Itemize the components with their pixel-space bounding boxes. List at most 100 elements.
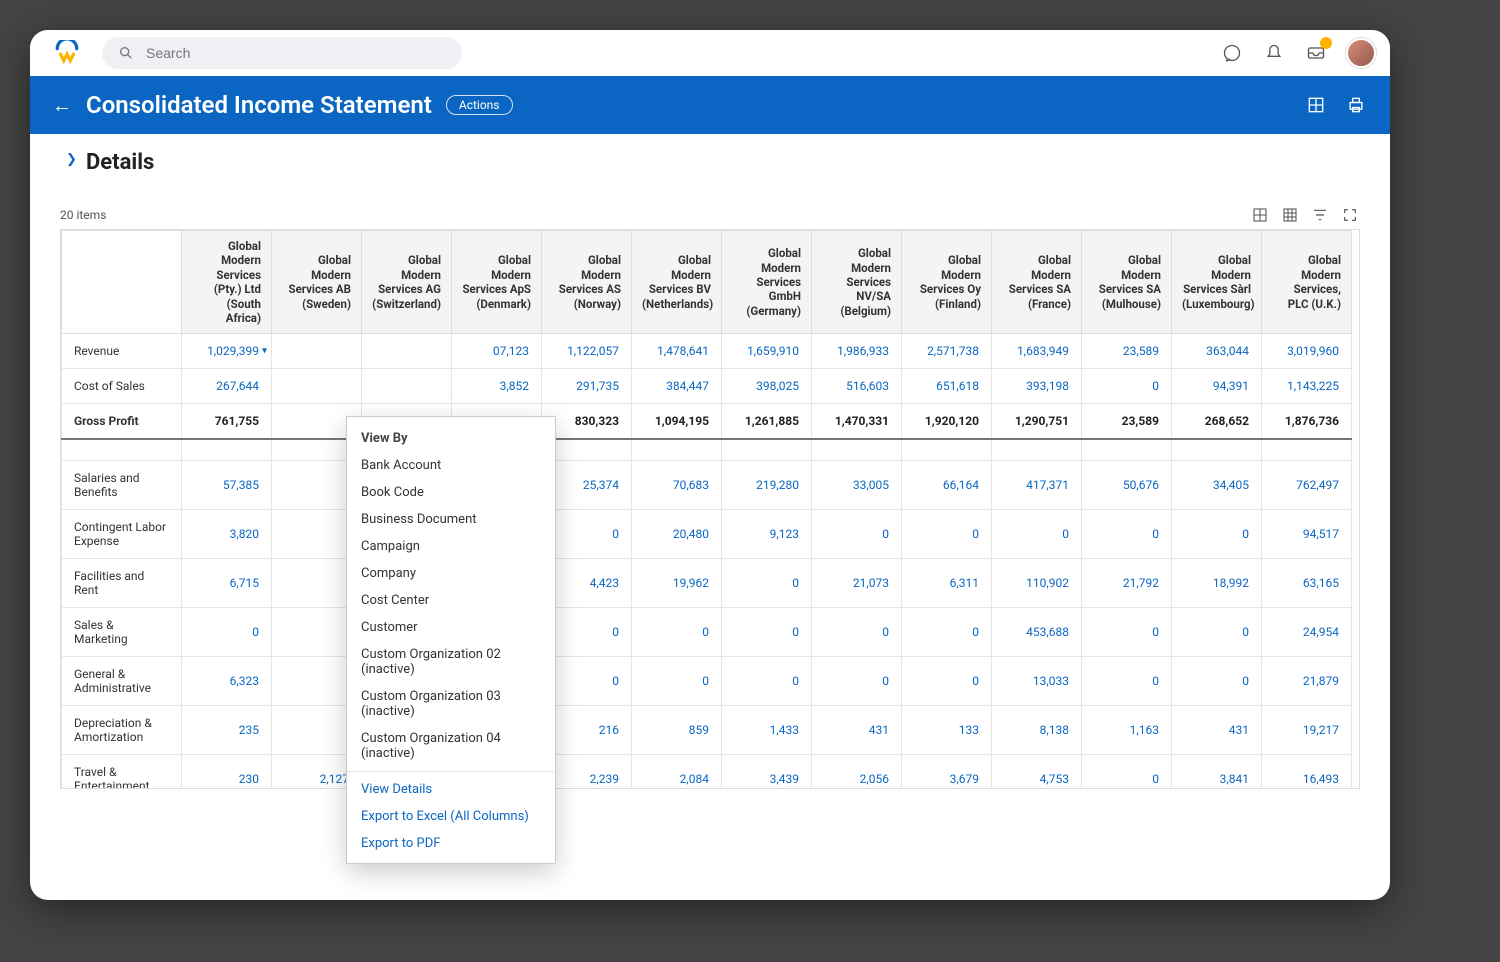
data-cell[interactable]: 20,480 (632, 510, 722, 559)
data-cell[interactable]: 431 (1172, 706, 1262, 755)
back-arrow-icon[interactable]: ← (52, 93, 72, 118)
column-header[interactable]: Global Modern Services SA (Mulhouse) (1082, 231, 1172, 334)
inbox-icon[interactable] (1302, 39, 1330, 67)
data-cell[interactable]: 0 (182, 608, 272, 657)
data-cell[interactable]: 0 (1082, 657, 1172, 706)
data-cell[interactable]: 1,920,120 (902, 404, 992, 440)
data-cell[interactable]: 3,439 (722, 755, 812, 789)
data-cell[interactable]: 110,902 (992, 559, 1082, 608)
context-menu-item[interactable]: Cost Center (347, 587, 555, 614)
data-cell[interactable]: 1,143,225 (1262, 369, 1352, 404)
context-menu-action[interactable]: Export to Excel (All Columns) (347, 803, 555, 830)
export-icon[interactable] (1304, 93, 1328, 117)
data-cell[interactable]: 384,447 (632, 369, 722, 404)
data-cell[interactable]: 21,073 (812, 559, 902, 608)
data-cell[interactable]: 0 (902, 657, 992, 706)
data-cell[interactable]: 23,589 (1082, 404, 1172, 440)
table-scroll[interactable]: Global Modern Services (Pty.) Ltd (South… (60, 229, 1360, 789)
data-cell[interactable]: 63,165 (1262, 559, 1352, 608)
data-cell[interactable]: 3,019,960 (1262, 334, 1352, 369)
data-cell[interactable]: 1,122,057 (542, 334, 632, 369)
data-cell[interactable]: 0 (1172, 657, 1262, 706)
data-cell[interactable] (812, 439, 902, 461)
search-input[interactable] (144, 44, 446, 62)
data-cell[interactable] (992, 439, 1082, 461)
data-cell[interactable]: 230 (182, 755, 272, 789)
data-cell[interactable]: 0 (1082, 608, 1172, 657)
actions-button[interactable]: Actions (446, 95, 513, 115)
data-cell[interactable]: 1,290,751 (992, 404, 1082, 440)
column-header[interactable]: Global Modern Services NV/SA (Belgium) (812, 231, 902, 334)
data-cell[interactable]: 2,084 (632, 755, 722, 789)
data-cell[interactable]: 0 (902, 608, 992, 657)
data-cell[interactable]: 762,497 (1262, 461, 1352, 510)
context-menu-item[interactable]: Bank Account (347, 452, 555, 479)
data-cell[interactable] (362, 369, 452, 404)
data-cell[interactable]: 19,962 (632, 559, 722, 608)
data-cell[interactable]: 398,025 (722, 369, 812, 404)
data-cell[interactable]: 66,164 (902, 461, 992, 510)
search-box[interactable] (102, 37, 462, 69)
data-cell[interactable] (1082, 439, 1172, 461)
export-spreadsheet-icon[interactable] (1250, 205, 1270, 225)
data-cell[interactable]: 94,391 (1172, 369, 1262, 404)
data-cell[interactable]: 23,589 (1082, 334, 1172, 369)
data-cell[interactable]: 268,652 (1172, 404, 1262, 440)
context-menu-action[interactable]: Export to PDF (347, 830, 555, 857)
data-cell[interactable]: 24,954 (1262, 608, 1352, 657)
data-cell[interactable]: 57,385 (182, 461, 272, 510)
data-cell[interactable]: 6,311 (902, 559, 992, 608)
collapse-caret-icon[interactable]: ❯ (66, 152, 77, 167)
data-cell[interactable]: 291,735 (542, 369, 632, 404)
data-cell[interactable]: 16,493 (1262, 755, 1352, 789)
column-header[interactable]: Global Modern Services SA (France) (992, 231, 1082, 334)
column-header[interactable]: Global Modern Services AB (Sweden) (272, 231, 362, 334)
data-cell[interactable]: 21,792 (1082, 559, 1172, 608)
data-cell[interactable]: 6,715 (182, 559, 272, 608)
context-menu-action[interactable]: View Details (347, 776, 555, 803)
data-cell[interactable]: 0 (812, 657, 902, 706)
print-icon[interactable] (1344, 93, 1368, 117)
context-menu-item[interactable]: Campaign (347, 533, 555, 560)
data-cell[interactable]: 3,679 (902, 755, 992, 789)
column-header[interactable]: Global Modern Services, PLC (U.K.) (1262, 231, 1352, 334)
grid-view-icon[interactable] (1280, 205, 1300, 225)
data-cell[interactable]: 0 (1172, 510, 1262, 559)
data-cell[interactable]: 19,217 (1262, 706, 1352, 755)
data-cell[interactable]: 3,820 (182, 510, 272, 559)
data-cell[interactable] (1172, 439, 1262, 461)
data-cell[interactable]: 431 (812, 706, 902, 755)
column-header[interactable]: Global Modern Services ApS (Denmark) (452, 231, 542, 334)
data-cell[interactable]: 1,683,949 (992, 334, 1082, 369)
data-cell[interactable]: 0 (812, 510, 902, 559)
data-cell[interactable]: 0 (1172, 608, 1262, 657)
context-menu-item[interactable]: Custom Organization 04 (inactive) (347, 725, 555, 767)
data-cell[interactable]: 417,371 (992, 461, 1082, 510)
data-cell[interactable]: 453,688 (992, 608, 1082, 657)
data-cell[interactable]: 133 (902, 706, 992, 755)
data-cell[interactable]: 1,433 (722, 706, 812, 755)
data-cell[interactable]: 50,676 (1082, 461, 1172, 510)
data-cell[interactable]: 1,094,195 (632, 404, 722, 440)
data-cell[interactable]: 0 (722, 657, 812, 706)
data-cell[interactable]: 4,753 (992, 755, 1082, 789)
data-cell[interactable]: 1,261,885 (722, 404, 812, 440)
data-cell[interactable] (272, 334, 362, 369)
data-cell[interactable]: 1,470,331 (812, 404, 902, 440)
data-cell[interactable]: 21,879 (1262, 657, 1352, 706)
chat-icon[interactable] (1218, 39, 1246, 67)
data-cell[interactable]: 0 (1082, 510, 1172, 559)
data-cell[interactable]: 235 (182, 706, 272, 755)
data-cell[interactable]: 1,659,910 (722, 334, 812, 369)
data-cell[interactable]: 0 (812, 608, 902, 657)
data-cell[interactable]: 13,033 (992, 657, 1082, 706)
column-header[interactable]: Global Modern Services (Pty.) Ltd (South… (182, 231, 272, 334)
data-cell[interactable]: 0 (722, 559, 812, 608)
filter-icon[interactable] (1310, 205, 1330, 225)
data-cell[interactable]: 0 (632, 608, 722, 657)
data-cell[interactable]: 393,198 (992, 369, 1082, 404)
data-cell[interactable] (182, 439, 272, 461)
data-cell[interactable]: 0 (992, 510, 1082, 559)
column-header[interactable]: Global Modern Services AS (Norway) (542, 231, 632, 334)
data-cell[interactable]: 3,841 (1172, 755, 1262, 789)
